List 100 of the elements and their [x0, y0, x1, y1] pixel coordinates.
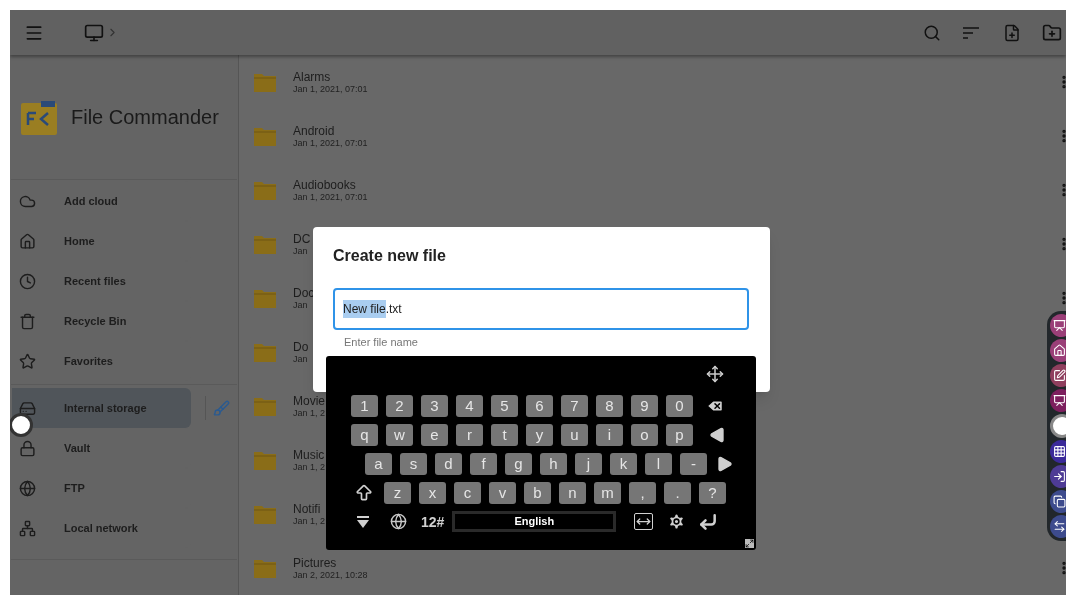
dialog-title: Create new file — [333, 246, 447, 266]
folder-date: Jan 1, 2 — [293, 407, 326, 419]
keyboard-key[interactable]: 3 — [421, 394, 448, 417]
folder-date: Jan — [293, 353, 309, 365]
file-name-field[interactable]: New file.txt — [333, 288, 749, 330]
hide-keyboard-icon[interactable] — [356, 514, 370, 529]
switch-icon — [1053, 520, 1066, 533]
keyboard-key[interactable]: x — [419, 481, 446, 504]
keyboard-key[interactable]: o — [631, 423, 658, 446]
app-logo-icon — [21, 99, 57, 135]
keyboard-key[interactable]: g — [505, 452, 532, 475]
keyboard-key[interactable]: 4 — [456, 394, 483, 417]
folder-name: Alarms — [293, 69, 332, 84]
sort-icon[interactable] — [963, 26, 979, 39]
folder-name: Notifi — [293, 501, 322, 516]
globe-icon — [19, 479, 36, 497]
folder-name: Movie — [293, 393, 326, 408]
keyboard-key[interactable]: a — [365, 452, 392, 475]
keyboard-key[interactable]: h — [540, 452, 567, 475]
folder-name: Pictures — [293, 555, 338, 570]
keyboard-key[interactable]: - — [680, 452, 707, 475]
presentation-icon — [1053, 319, 1066, 332]
folder-icon — [254, 342, 276, 362]
folder-icon — [254, 396, 276, 416]
folder-name: Do — [293, 339, 309, 354]
trash-icon — [19, 312, 36, 330]
folder-date: Jan 1, 2 — [293, 461, 326, 473]
folder-date: Jan — [293, 245, 309, 257]
move-icon[interactable] — [706, 364, 724, 383]
keyboard-key[interactable]: m — [594, 481, 621, 504]
keyboard-key[interactable]: w — [386, 423, 413, 446]
globe-icon[interactable] — [390, 513, 407, 530]
keyboard-key[interactable]: v — [489, 481, 516, 504]
folder-icon — [254, 450, 276, 470]
keyboard-key[interactable]: s — [400, 452, 427, 475]
enter-icon[interactable] — [698, 511, 719, 532]
input-icon — [1053, 470, 1066, 483]
keyboard-key[interactable]: n — [559, 481, 586, 504]
folder-date: Jan 1, 2021, 07:01 — [293, 191, 368, 203]
folder-name: Doc — [293, 285, 315, 300]
symbols-key[interactable]: 12# — [421, 510, 445, 533]
new-file-icon[interactable] — [1003, 23, 1021, 42]
keyboard-key[interactable]: d — [435, 452, 462, 475]
keyboard-key[interactable]: q — [351, 423, 378, 446]
keyboard-key[interactable]: , — [629, 481, 656, 504]
folder-name: Android — [293, 123, 336, 138]
keyboard-key[interactable]: z — [384, 481, 411, 504]
folder-name: Music — [293, 447, 326, 462]
new-folder-icon[interactable] — [1042, 22, 1062, 43]
search-icon[interactable] — [923, 23, 941, 42]
keyboard-key[interactable]: 2 — [386, 394, 413, 417]
home-icon — [19, 232, 36, 250]
keyboard-key[interactable]: 9 — [631, 394, 658, 417]
keyboard-key[interactable]: b — [524, 481, 551, 504]
keyboard-key[interactable]: l — [645, 452, 672, 475]
keyboard-key[interactable]: j — [575, 452, 602, 475]
folder-icon — [254, 558, 276, 578]
left-arrow-icon[interactable] — [709, 426, 725, 443]
keyboard-key[interactable]: r — [456, 423, 483, 446]
space-key[interactable]: English — [452, 511, 617, 532]
keyboard-key[interactable]: 5 — [491, 394, 518, 417]
folder-date: Jan 2, 2021, 10:28 — [293, 569, 368, 581]
keyboard-key[interactable]: p — [666, 423, 693, 446]
keyboard-key[interactable]: i — [596, 423, 623, 446]
app-name: File Commander — [71, 105, 219, 130]
folder-name: DC — [293, 231, 311, 246]
keyboard-key[interactable]: 1 — [351, 394, 378, 417]
windows-icon — [1053, 495, 1066, 508]
keyboard-key[interactable]: 7 — [561, 394, 588, 417]
keyboard-key[interactable]: e — [421, 423, 448, 446]
keyboard-key[interactable]: f — [470, 452, 497, 475]
shift-icon[interactable] — [354, 482, 374, 503]
lock-icon — [19, 439, 36, 457]
keyboard-key[interactable]: k — [610, 452, 637, 475]
keyboard-key[interactable]: y — [526, 423, 553, 446]
keyboard-key[interactable]: t — [491, 423, 518, 446]
edit-icon — [1053, 369, 1066, 382]
monitor-icon[interactable] — [84, 22, 104, 43]
grid-icon — [1053, 445, 1066, 458]
presentation-icon — [1053, 394, 1066, 407]
sidebar-item[interactable]: Internal storage — [12, 388, 191, 428]
keyboard-key[interactable]: 8 — [596, 394, 623, 417]
folder-date: Jan 1, 2021, 07:01 — [293, 83, 368, 95]
star-icon — [19, 352, 36, 370]
cursor-move-icon[interactable] — [634, 513, 654, 530]
folder-icon — [254, 126, 276, 146]
keyboard-key[interactable]: 6 — [526, 394, 553, 417]
keyboard-key[interactable]: 0 — [666, 394, 693, 417]
resize-icon[interactable] — [745, 539, 754, 548]
keyboard-key[interactable]: c — [454, 481, 481, 504]
keyboard-key[interactable]: u — [561, 423, 588, 446]
keyboard-key[interactable]: . — [664, 481, 691, 504]
folder-date: Jan 1, 2 — [293, 515, 326, 527]
folder-date: Jan 1, 2021, 07:01 — [293, 137, 368, 149]
right-arrow-icon[interactable] — [717, 455, 733, 472]
keyboard-key[interactable]: ? — [699, 481, 726, 504]
folder-icon — [254, 234, 276, 254]
folder-icon — [254, 72, 276, 92]
folder-date: Jan — [293, 299, 309, 311]
helper-text: Enter file name — [344, 335, 419, 350]
